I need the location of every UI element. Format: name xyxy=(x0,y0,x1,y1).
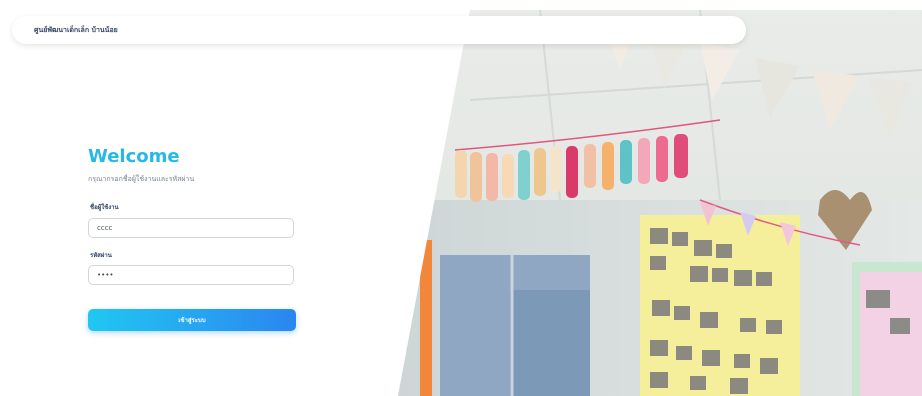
username-field[interactable]: cccc xyxy=(88,218,294,238)
login-button[interactable]: เข้าสู่ระบบ xyxy=(88,309,296,331)
username-value: cccc xyxy=(97,224,113,232)
password-field[interactable]: •••• xyxy=(88,265,294,285)
login-subtitle: กรุณากรอกชื่อผู้ใช้งานและรหัสผ่าน xyxy=(88,175,195,183)
password-value: •••• xyxy=(97,271,114,279)
login-form: Welcome กรุณากรอกชื่อผู้ใช้งานและรหัสผ่า… xyxy=(88,146,298,331)
classroom-photo xyxy=(398,10,922,396)
login-page: ศูนย์พัฒนาเด็กเล็ก บ้านน้อย Welcome กรุณ… xyxy=(0,0,922,396)
welcome-title: Welcome xyxy=(88,146,180,167)
top-navbar: ศูนย์พัฒนาเด็กเล็ก บ้านน้อย xyxy=(12,16,746,44)
username-label: ชื่อผู้ใช้งาน xyxy=(90,204,119,211)
password-label: รหัสผ่าน xyxy=(90,252,112,259)
brand-name[interactable]: ศูนย์พัฒนาเด็กเล็ก บ้านน้อย xyxy=(34,25,118,36)
